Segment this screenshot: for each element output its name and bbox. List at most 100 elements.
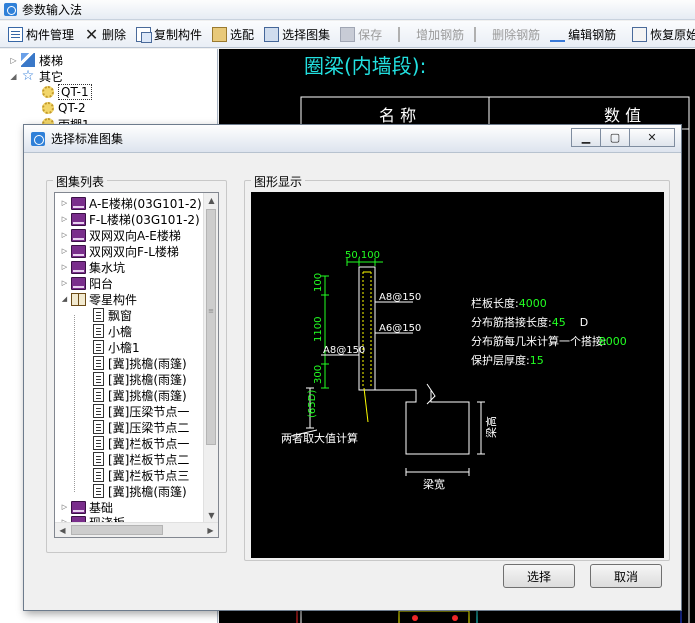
list-item[interactable]: 小檐 [93, 323, 132, 339]
close-button[interactable]: ✕ [629, 128, 675, 147]
collapse-arrow-icon[interactable]: ◢ [9, 72, 18, 81]
dim-top-label: 50,100 [345, 250, 380, 261]
list-item[interactable]: ▷ 双网双向A-E楼梯 [60, 227, 181, 243]
open-book-icon [71, 292, 86, 306]
list-item[interactable]: [冀]挑檐(雨篷) [93, 355, 187, 371]
book-icon [71, 212, 86, 226]
scroll-thumb[interactable] [206, 209, 216, 445]
horizontal-scrollbar[interactable]: ◀ ▶ [55, 522, 218, 537]
list-item[interactable]: ▷ 集水坑 [60, 259, 125, 275]
list-item[interactable]: [冀]栏板节点一 [93, 435, 189, 451]
book-icon [71, 500, 86, 514]
scroll-left-icon[interactable]: ◀ [55, 523, 70, 537]
expand-arrow-icon[interactable]: ▷ [60, 215, 69, 223]
dim-1100-label: 1100 [313, 317, 324, 342]
book-icon [71, 228, 86, 242]
pick-button[interactable]: 选配 [208, 23, 258, 45]
expand-arrow-icon[interactable]: ▷ [60, 199, 69, 207]
delete-button[interactable]: ✕ 删除 [80, 23, 130, 45]
document-icon [93, 340, 104, 354]
list-item[interactable]: [冀]压梁节点一 [93, 403, 189, 419]
maximize-button[interactable]: ▢ [600, 128, 630, 147]
add-rebar-icon [398, 26, 413, 42]
cad-beam-section [398, 610, 470, 623]
book-icon [71, 260, 86, 274]
cad-col-value: 数 值 [604, 106, 641, 125]
cad-rebar-dot [452, 615, 458, 621]
preview-canvas: 50,100 100 1100 300 (65D) A8@150 A6@150 … [251, 192, 664, 558]
expand-arrow-icon[interactable]: ▷ [9, 56, 18, 65]
vertical-scrollbar[interactable]: ▲ ≡ ▼ [203, 193, 218, 523]
star-icon: ☆ [21, 68, 35, 84]
list-item[interactable]: [冀]挑檐(雨篷) [93, 371, 187, 387]
beam-height-label: 梁高 [484, 416, 498, 438]
book-icon [71, 244, 86, 258]
document-icon [93, 356, 104, 370]
rebar-a8-top-label: A8@150 [379, 292, 421, 303]
expand-arrow-icon[interactable]: ▷ [60, 247, 69, 255]
list-item[interactable]: 飘窗 [93, 307, 132, 323]
edit-rebar-button[interactable]: 编辑钢筋 [546, 23, 620, 45]
list-item[interactable]: ◢ 零星构件 [60, 291, 137, 307]
expand-arrow-icon[interactable]: ▷ [60, 279, 69, 287]
dialog-app-icon [31, 131, 45, 146]
list-item[interactable]: [冀]挑檐(雨篷) [93, 483, 187, 499]
list-item[interactable]: [冀]栏板节点三 [93, 467, 189, 483]
list-item[interactable]: ▷ 阳台 [60, 275, 113, 291]
select-button[interactable]: 选择 [503, 564, 575, 588]
list-item[interactable]: ▷ A-E楼梯(03G101-2) [60, 195, 202, 211]
cancel-button[interactable]: 取消 [590, 564, 662, 588]
atlas-list-label: 图集列表 [53, 173, 108, 190]
main-toolbar: 构件管理 ✕ 删除 复制构件 选配 选择图集 保存 增加钢筋 删除钢筋 编辑钢筋 … [0, 21, 695, 48]
save-button[interactable]: 保存 [336, 23, 386, 45]
beam-outline [375, 389, 470, 455]
list-item[interactable]: [冀]挑檐(雨篷) [93, 387, 187, 403]
list-item[interactable]: ▷ F-L楼梯(03G101-2) [60, 211, 200, 227]
scroll-down-icon[interactable]: ▼ [204, 508, 218, 523]
stairs-icon [21, 53, 35, 67]
list-item[interactable]: [冀]压梁节点二 [93, 419, 189, 435]
param-length: 栏板长度:4000 [471, 296, 547, 310]
list-item[interactable]: [冀]栏板节点二 [93, 451, 189, 467]
expand-arrow-icon[interactable]: ▷ [60, 503, 69, 511]
scroll-up-icon[interactable]: ▲ [204, 193, 218, 208]
edit-rebar-icon [550, 27, 566, 42]
railing-anchor-line [363, 387, 369, 423]
close-icon: ✕ [647, 131, 657, 144]
expand-arrow-icon[interactable]: ▷ [60, 231, 69, 239]
component-manage-button[interactable]: 构件管理 [4, 23, 78, 45]
app-title: 参数输入法 [22, 3, 83, 17]
app-icon [4, 3, 17, 16]
railing-detail-drawing: 50,100 100 1100 300 (65D) A8@150 A6@150 … [281, 250, 627, 491]
minimize-icon: ▁ [581, 131, 591, 144]
atlas-list-group: 图集列表 ▷ A-E楼梯(03G101-2) ▷ F-L楼梯(03G101-2) ▷… [46, 173, 227, 553]
list-item[interactable]: 小檐1 [93, 339, 140, 355]
list-item[interactable]: ▷ 双网双向F-L楼梯 [60, 243, 179, 259]
tree-item-qt2[interactable]: QT-2 [42, 100, 86, 116]
close-x-icon: ✕ [84, 24, 99, 44]
collapse-arrow-icon[interactable]: ◢ [60, 295, 69, 303]
atlas-tree-list[interactable]: ▷ A-E楼梯(03G101-2) ▷ F-L楼梯(03G101-2) ▷ 双网双向A… [54, 192, 219, 538]
dim-300-label: 300 [313, 365, 324, 384]
save-icon [340, 26, 356, 42]
tree-item-qt1[interactable]: QT-1 [42, 84, 92, 100]
restore-original-button[interactable]: 恢复原始 [628, 23, 695, 45]
select-atlas-button[interactable]: 选择图集 [260, 23, 334, 45]
book-icon [71, 276, 86, 290]
tree-item-other[interactable]: ◢ ☆ 其它 [9, 68, 63, 84]
tree-item-stairs[interactable]: ▷ 楼梯 [9, 52, 63, 68]
delete-rebar-icon [474, 26, 489, 42]
scroll-thumb[interactable] [71, 525, 163, 535]
add-rebar-button[interactable]: 增加钢筋 [394, 23, 468, 45]
param-cover: 保护层厚度:15 [471, 353, 544, 367]
document-icon [93, 436, 104, 450]
dialog-titlebar: 选择标准图集 ▁ ▢ ✕ [24, 125, 681, 153]
cad-title: 圈梁(内墙段): [304, 54, 426, 78]
delete-rebar-button[interactable]: 删除钢筋 [470, 23, 544, 45]
expand-arrow-icon[interactable]: ▷ [60, 263, 69, 271]
copy-component-button[interactable]: 复制构件 [132, 23, 206, 45]
minimize-button[interactable]: ▁ [571, 128, 601, 147]
component-gear-icon [42, 86, 54, 98]
scroll-right-icon[interactable]: ▶ [203, 523, 218, 537]
document-icon [93, 308, 104, 322]
